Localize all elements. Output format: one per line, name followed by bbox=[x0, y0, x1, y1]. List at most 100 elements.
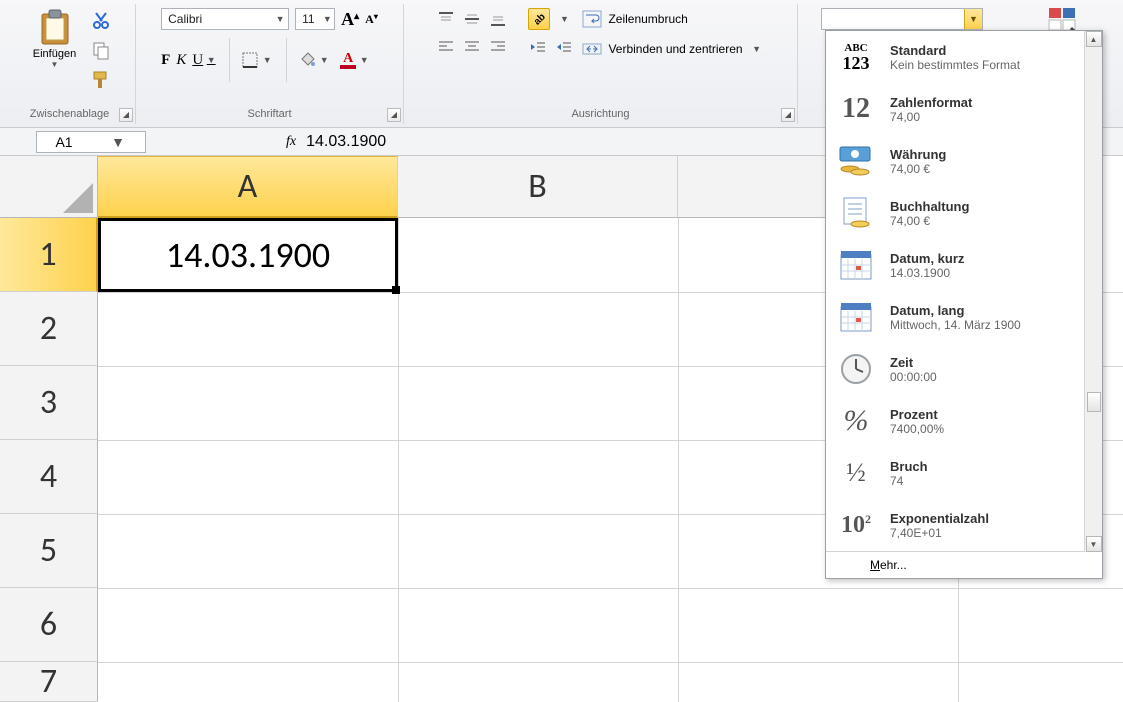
paste-button[interactable]: Einfügen ▼ bbox=[27, 4, 83, 69]
format-option-exponentialzahl[interactable]: 102Exponentialzahl7,40E+01 bbox=[826, 499, 1084, 551]
fx-label[interactable]: fx bbox=[286, 134, 296, 150]
format-option-sample: 7400,00% bbox=[890, 422, 944, 436]
column-header-a[interactable]: A bbox=[98, 156, 398, 218]
group-font: Calibri ▼ 11 ▼ A▴ A▾ F K U▼ bbox=[136, 4, 404, 124]
formula-value[interactable]: 14.03.1900 bbox=[306, 133, 386, 151]
format-option-prozent[interactable]: %Prozent7400,00% bbox=[826, 395, 1084, 447]
more-formats-button[interactable]: Mehr... bbox=[826, 551, 1102, 578]
scissors-icon bbox=[91, 10, 111, 30]
big12-icon: 12 bbox=[836, 91, 876, 127]
borders-button[interactable]: ▼ bbox=[240, 50, 276, 70]
format-option-sample: 74,00 € bbox=[890, 162, 946, 176]
border-icon bbox=[241, 51, 259, 69]
row-header-7[interactable]: 7 bbox=[0, 662, 98, 702]
format-option-standard[interactable]: ABC123StandardKein bestimmtes Format bbox=[826, 31, 1084, 83]
number-format-combo[interactable]: ▼ bbox=[821, 8, 983, 30]
clipboard-dialog-launcher[interactable]: ◢ bbox=[119, 108, 133, 122]
underline-button[interactable]: U▼ bbox=[192, 52, 219, 69]
dropdown-scrollbar[interactable]: ▲ ▼ bbox=[1084, 31, 1102, 552]
row-header-3[interactable]: 3 bbox=[0, 366, 98, 440]
calendar-icon bbox=[836, 299, 876, 335]
group-alignment-label: Ausrichtung bbox=[571, 106, 629, 124]
wrap-text-label: Zeilenumbruch bbox=[608, 12, 687, 26]
merge-center-label: Verbinden und zentrieren bbox=[608, 42, 742, 56]
name-box[interactable]: A1 ▼ bbox=[36, 131, 146, 153]
format-option-title: Zahlenformat bbox=[890, 95, 972, 110]
group-font-label: Schriftart bbox=[247, 106, 291, 124]
increase-indent-button[interactable] bbox=[554, 38, 574, 56]
clock-icon bbox=[836, 351, 876, 387]
paste-label: Einfügen bbox=[33, 48, 76, 60]
select-all-corner[interactable] bbox=[0, 156, 98, 218]
scroll-up-button[interactable]: ▲ bbox=[1086, 31, 1102, 47]
format-option-sample: Kein bestimmtes Format bbox=[890, 58, 1020, 72]
exponent-icon: 102 bbox=[836, 507, 876, 543]
italic-button[interactable]: K bbox=[176, 52, 186, 69]
format-option-datum-lang[interactable]: Datum, langMittwoch, 14. März 1900 bbox=[826, 291, 1084, 343]
group-clipboard-label: Zwischenablage bbox=[30, 106, 110, 124]
align-bottom-button[interactable] bbox=[488, 10, 508, 28]
group-clipboard: Einfügen ▼ bbox=[4, 4, 136, 124]
format-option-buchhaltung[interactable]: Buchhaltung 74,00 € bbox=[826, 187, 1084, 239]
chevron-down-icon: ▼ bbox=[321, 14, 335, 24]
align-center-button[interactable] bbox=[462, 38, 482, 56]
chevron-down-icon: ▼ bbox=[272, 14, 288, 24]
format-option-title: Währung bbox=[890, 147, 946, 162]
accounting-icon bbox=[836, 195, 876, 231]
scroll-down-button[interactable]: ▼ bbox=[1086, 536, 1102, 552]
format-option-title: Datum, lang bbox=[890, 303, 1021, 318]
row-header-5[interactable]: 5 bbox=[0, 514, 98, 588]
cut-button[interactable] bbox=[89, 8, 113, 32]
currency-icon bbox=[836, 143, 876, 179]
more-formats-label: Mehr... bbox=[870, 558, 907, 572]
align-middle-button[interactable] bbox=[462, 10, 482, 28]
fraction-icon: ½ bbox=[836, 455, 876, 491]
increase-font-button[interactable]: A▴ bbox=[341, 9, 359, 30]
format-option-w-hrung[interactable]: Währung74,00 € bbox=[826, 135, 1084, 187]
format-option-sample: 00:00:00 bbox=[890, 370, 937, 384]
scroll-thumb[interactable] bbox=[1087, 392, 1101, 412]
align-top-button[interactable] bbox=[436, 10, 456, 28]
row-header-4[interactable]: 4 bbox=[0, 440, 98, 514]
format-option-title: Datum, kurz bbox=[890, 251, 964, 266]
group-alignment: ab ▼ Zeilenumbruch bbox=[404, 4, 798, 124]
format-option-datum-kurz[interactable]: Datum, kurz14.03.1900 bbox=[826, 239, 1084, 291]
font-size-combo[interactable]: 11 ▼ bbox=[295, 8, 335, 30]
name-box-value: A1 bbox=[37, 134, 91, 150]
cell-a1-value: 14.03.1900 bbox=[166, 233, 330, 277]
align-left-button[interactable] bbox=[436, 38, 456, 56]
format-option-bruch[interactable]: ½Bruch74 bbox=[826, 447, 1084, 499]
chevron-down-icon: ▼ bbox=[91, 134, 145, 150]
format-painter-button[interactable] bbox=[89, 68, 113, 92]
number-format-dropdown: ABC123StandardKein bestimmtes Format 12 Za… bbox=[825, 30, 1103, 579]
merge-center-button[interactable]: Verbinden und zentrieren ▼ bbox=[582, 40, 764, 58]
alignment-dialog-launcher[interactable]: ◢ bbox=[781, 108, 795, 122]
format-option-zeit[interactable]: Zeit00:00:00 bbox=[826, 343, 1084, 395]
column-header-b[interactable]: B bbox=[398, 156, 678, 218]
format-option-zahlenformat[interactable]: 12 Zahlenformat74,00 bbox=[826, 83, 1084, 135]
row-header-1[interactable]: 1 bbox=[0, 218, 98, 292]
format-option-sample: 74,00 bbox=[890, 110, 972, 124]
align-right-button[interactable] bbox=[488, 38, 508, 56]
row-header-2[interactable]: 2 bbox=[0, 292, 98, 366]
merge-icon bbox=[582, 40, 602, 58]
decrease-indent-button[interactable] bbox=[528, 38, 548, 56]
copy-button[interactable] bbox=[89, 38, 113, 62]
font-size-value: 11 bbox=[296, 12, 320, 26]
chevron-down-icon: ▼ bbox=[964, 9, 982, 29]
fill-color-button[interactable]: ▼ bbox=[297, 51, 333, 69]
font-dialog-launcher[interactable]: ◢ bbox=[387, 108, 401, 122]
wrap-icon bbox=[582, 10, 602, 28]
percent-icon: % bbox=[836, 403, 876, 439]
wrap-text-button[interactable]: Zeilenumbruch bbox=[582, 10, 764, 28]
number-format-value bbox=[822, 9, 964, 29]
cell-a1[interactable]: 14.03.1900 bbox=[98, 218, 398, 292]
font-color-button[interactable]: A ▼ bbox=[339, 50, 373, 70]
font-name-combo[interactable]: Calibri ▼ bbox=[161, 8, 289, 30]
format-option-sample: 14.03.1900 bbox=[890, 266, 964, 280]
row-header-6[interactable]: 6 bbox=[0, 588, 98, 662]
format-option-title: Bruch bbox=[890, 459, 928, 474]
decrease-font-button[interactable]: A▾ bbox=[365, 12, 378, 27]
orientation-button[interactable]: ab bbox=[528, 8, 550, 30]
bold-button[interactable]: F bbox=[161, 52, 170, 69]
